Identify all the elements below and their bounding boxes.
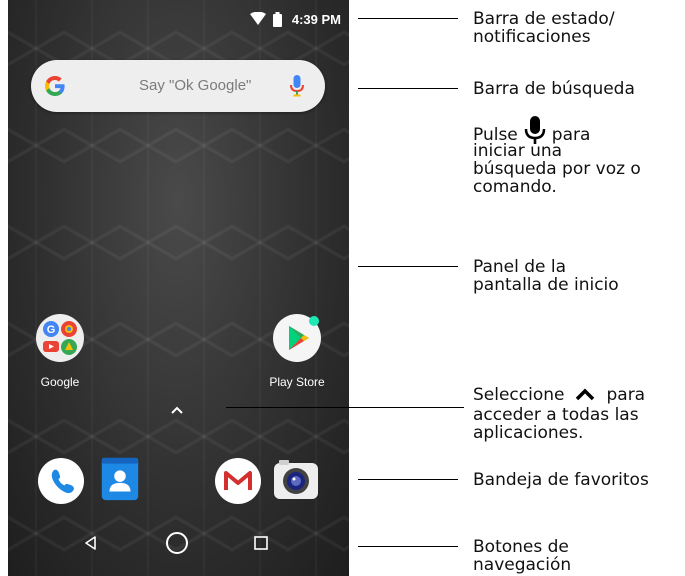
play-store-icon [273,314,321,362]
phone-screen: 4:39 PM Say "Ok Google" G Google Play St… [8,0,349,576]
callout-panel-line1: Panel de la [473,257,567,277]
app-play-store[interactable]: Play Store [252,314,342,389]
search-placeholder: Say "Ok Google" [139,77,252,94]
battery-icon [272,11,282,27]
callout-pulse-line4: comando. [473,177,557,197]
leader-line-search [358,88,458,89]
callout-status-bar: Barra de estado/ notificaciones [473,10,615,46]
status-time: 4:39 PM [291,11,341,27]
google-g-icon [45,76,65,96]
chevron-up-icon [576,388,595,401]
callout-home-panel: Panel de la pantalla de inicio [473,258,619,294]
callout-select-para: para [606,385,646,405]
microphone-icon[interactable] [290,75,304,97]
gmail-icon[interactable] [215,458,261,504]
callout-select-line2: acceder a todas las [473,405,639,425]
contacts-icon[interactable] [97,456,143,502]
leader-line-status [358,18,458,19]
callout-nav-line2: navegación [473,555,572,575]
callout-panel-line2: pantalla de inicio [473,275,619,295]
leader-line-panel [358,266,458,267]
status-bar[interactable]: 4:39 PM [249,8,341,30]
google-search-bar[interactable]: Say "Ok Google" [31,60,325,112]
callout-all-apps: Seleccione para acceder a todas las apli… [473,386,645,442]
svg-text:G: G [47,324,56,336]
callout-status-line1: Barra de estado/ [473,9,615,29]
callout-favorites-tray: Bandeja de favoritos [473,470,649,490]
wifi-icon [249,12,266,25]
leader-line-navigation [358,546,458,547]
app-google-folder[interactable]: G Google [15,314,105,389]
app-label-google: Google [40,375,80,389]
google-folder-icon: G [36,314,84,362]
recents-icon[interactable] [253,535,269,551]
callout-nav-line1: Botones de [473,537,569,557]
camera-icon[interactable] [273,458,319,504]
app-label-play-store: Play Store [269,375,325,389]
callout-pulse-line2: iniciar una [473,141,563,161]
phone-icon[interactable] [38,458,84,504]
callout-navigation-buttons: Botones de navegación [473,538,571,574]
all-apps-chevron-icon[interactable] [167,403,187,417]
callout-pulse-line3: búsqueda por voz o [473,159,641,179]
back-icon[interactable] [82,534,100,552]
callout-select-line3: aplicaciones. [473,423,584,443]
leader-line-chevron [226,407,464,408]
callout-select-text: Seleccione [473,385,565,405]
callout-voice-search: Pulse para iniciar una búsqueda por voz … [473,116,641,196]
home-icon[interactable] [164,530,190,556]
callout-status-line2: notificaciones [473,27,591,47]
leader-line-favorites [358,479,458,480]
callout-search-bar: Barra de búsqueda [473,79,635,99]
